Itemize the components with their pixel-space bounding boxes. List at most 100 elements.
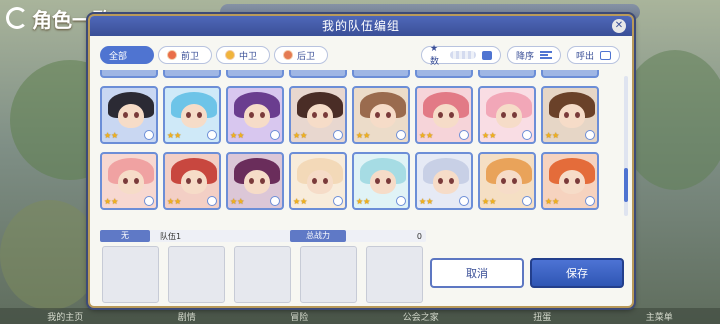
character-face	[181, 104, 207, 128]
tab-label: 前卫	[181, 51, 200, 62]
character-card[interactable]: ★★	[163, 86, 221, 144]
character-eye	[249, 178, 254, 184]
team-slot[interactable]	[168, 246, 225, 303]
star-rating-icon: ★★	[545, 197, 560, 206]
character-eye	[564, 178, 569, 184]
rank-icon	[522, 130, 532, 140]
nav-guild[interactable]: 公会之家	[403, 310, 439, 323]
character-eye	[449, 178, 454, 184]
card-partial[interactable]	[226, 70, 284, 78]
dialog-title: 我的队伍编组	[90, 16, 632, 36]
save-button[interactable]: 保存	[530, 258, 624, 288]
team-slot[interactable]	[300, 246, 357, 303]
tab-back[interactable]: 后卫	[274, 46, 328, 64]
character-card[interactable]: ★★	[226, 86, 284, 144]
team-slot[interactable]	[366, 246, 423, 303]
nav-gacha[interactable]: 扭蛋	[533, 310, 551, 323]
character-face	[118, 170, 144, 194]
nav-home[interactable]: 我的主页	[47, 310, 83, 323]
star-rating-icon: ★★	[293, 197, 308, 206]
character-card[interactable]: ★★	[289, 86, 347, 144]
star-rating-icon: ★★	[104, 131, 119, 140]
character-eye	[575, 178, 580, 184]
character-eye	[186, 178, 191, 184]
grid-scrollbar[interactable]	[624, 76, 628, 216]
tab-all[interactable]: 全部	[100, 46, 154, 64]
character-card[interactable]: ★★	[415, 152, 473, 210]
character-card[interactable]: ★★	[478, 86, 536, 144]
character-eye	[197, 112, 202, 118]
tab-label: 后卫	[297, 51, 316, 62]
character-eye	[323, 178, 328, 184]
call-out-button[interactable]: 呼出	[566, 46, 620, 64]
character-card[interactable]: ★★	[541, 152, 599, 210]
character-card[interactable]: ★★	[352, 86, 410, 144]
character-face	[433, 104, 459, 128]
power-label: 总战力	[290, 230, 346, 242]
character-eye	[375, 112, 380, 118]
character-eye	[375, 178, 380, 184]
card-partial[interactable]	[100, 70, 158, 78]
character-eye	[123, 178, 128, 184]
middle-role-icon	[225, 50, 235, 60]
character-eye	[438, 178, 443, 184]
sort-field-button[interactable]: ★数	[420, 43, 501, 67]
card-partial[interactable]	[289, 70, 347, 78]
close-icon[interactable]: ✕	[612, 19, 626, 33]
role-filter-tabs: 全部 前卫 中卫 后卫	[100, 46, 328, 64]
team-slots	[102, 246, 423, 303]
sort-controls: ★数 降序 呼出	[420, 43, 620, 67]
star-rating-icon: ★★	[419, 197, 434, 206]
star-rating-icon: ★★	[293, 131, 308, 140]
character-face	[307, 104, 333, 128]
team-slot[interactable]	[102, 246, 159, 303]
character-eye	[575, 112, 580, 118]
character-eye	[134, 178, 139, 184]
scrollbar-thumb[interactable]	[624, 168, 628, 202]
star-rating-icon: ★★	[356, 131, 371, 140]
character-card[interactable]: ★★	[226, 152, 284, 210]
card-partial[interactable]	[478, 70, 536, 78]
character-card[interactable]: ★★	[415, 86, 473, 144]
team-name: 队伍1	[160, 231, 182, 241]
character-eye	[512, 112, 517, 118]
card-partial[interactable]	[541, 70, 599, 78]
background-foliage	[0, 200, 100, 310]
tab-middle[interactable]: 中卫	[216, 46, 270, 64]
character-eye	[512, 178, 517, 184]
cancel-button[interactable]: 取消	[430, 258, 524, 288]
star-rating-icon: ★★	[104, 197, 119, 206]
character-grid-area: ★★ ★★ ★★ ★★ ★★ ★★ ★★ ★★ ★★ ★★ ★★ ★★ ★★ ★★ ★★ ★★	[100, 70, 620, 230]
character-eye	[134, 112, 139, 118]
character-eye	[501, 112, 506, 118]
nav-story[interactable]: 剧情	[178, 310, 196, 323]
character-card[interactable]: ★★	[352, 152, 410, 210]
star-rating-icon: ★★	[482, 197, 497, 206]
team-slot[interactable]	[234, 246, 291, 303]
character-card[interactable]: ★★	[289, 152, 347, 210]
character-eye	[438, 112, 443, 118]
character-face	[181, 170, 207, 194]
nav-menu[interactable]: 主菜单	[646, 310, 673, 323]
card-partial[interactable]	[352, 70, 410, 78]
character-card[interactable]: ★★	[478, 152, 536, 210]
character-face	[370, 104, 396, 128]
character-card[interactable]: ★★	[541, 86, 599, 144]
card-partial[interactable]	[415, 70, 473, 78]
tab-front[interactable]: 前卫	[158, 46, 212, 64]
rank-icon	[522, 196, 532, 206]
character-face	[559, 170, 585, 194]
sort-field-label: ★数	[429, 43, 439, 67]
power-value: 0	[416, 231, 422, 241]
character-card[interactable]: ★★	[163, 152, 221, 210]
character-card[interactable]: ★★	[100, 152, 158, 210]
card-partial[interactable]	[163, 70, 221, 78]
team-info-bar: 无 队伍1 总战力 0	[100, 230, 426, 242]
rank-icon	[333, 130, 343, 140]
sort-order-button[interactable]: 降序	[506, 46, 561, 64]
character-eye	[123, 112, 128, 118]
character-eye	[249, 112, 254, 118]
rank-icon	[144, 130, 154, 140]
nav-adventure[interactable]: 冒险	[290, 310, 308, 323]
character-card[interactable]: ★★	[100, 86, 158, 144]
